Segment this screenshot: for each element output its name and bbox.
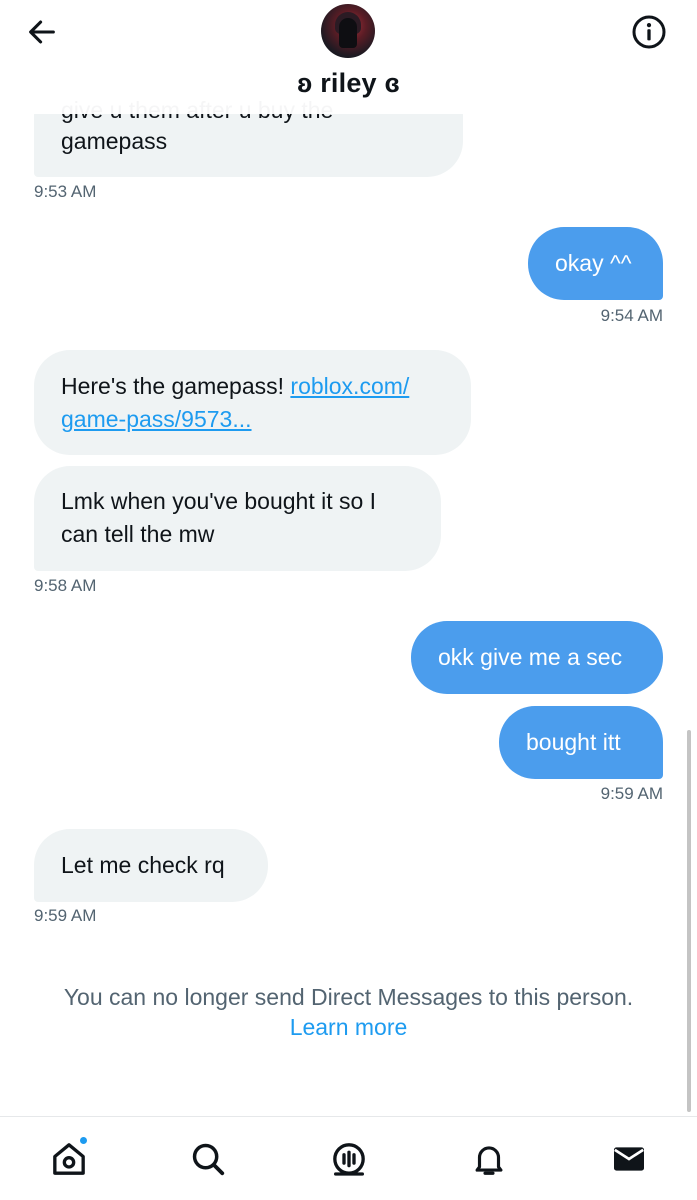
conversation-title[interactable]: ʚ riley ɞ [0,68,697,99]
bell-icon [475,1146,503,1175]
nav-notifications[interactable] [467,1137,511,1181]
info-icon [632,15,666,49]
notice-text: You can no longer send Direct Messages t… [63,984,634,1010]
nav-search[interactable] [186,1137,230,1181]
message-bubble-outgoing[interactable]: bought itt [499,706,663,779]
spaces-icon [333,1143,365,1176]
message-text: can tell the mw [61,521,215,547]
message-timestamp: 9:59 AM [600,784,663,803]
message-text: okk give me a sec [438,644,623,670]
avatar[interactable] [321,4,375,58]
nav-messages[interactable] [607,1137,651,1181]
search-icon [192,1143,225,1176]
message-text: Lmk when you've bought it so I [61,488,377,514]
message-text-line: game-pass/9573... [61,403,444,436]
message-link[interactable]: game-pass/9573... [61,406,252,432]
conversation-header: ʚ riley ɞ [0,0,697,114]
message-bubble-incoming[interactable]: Here's the gamepass! roblox.com/ game-pa… [34,350,471,455]
message-timestamp: 9:54 AM [600,306,663,325]
message-timestamp: 9:59 AM [34,906,97,925]
message-bubble-incoming[interactable]: Lmk when you've bought it so I can tell … [34,466,441,571]
message-text: gamepass [61,128,168,154]
dm-disabled-notice: You can no longer send Direct Messages t… [0,982,697,1042]
bottom-nav [0,1116,697,1200]
message-text: bought itt [526,729,621,755]
message-text: okay ^^ [555,250,632,276]
message-link[interactable]: roblox.com/ [290,373,409,399]
info-button[interactable] [627,12,671,52]
message-timestamp: 9:53 AM [34,182,97,201]
nav-home[interactable] [47,1135,91,1181]
notification-dot [78,1135,89,1146]
message-bubble-outgoing[interactable]: okay ^^ [528,227,663,300]
scrollbar[interactable] [687,730,691,1112]
avatar-figure [339,18,357,48]
message-timestamp: 9:58 AM [34,576,97,595]
message-bubble-incoming[interactable]: Let me check rq [34,829,268,902]
nav-spaces[interactable] [327,1137,371,1181]
message-text-line: Here's the gamepass! roblox.com/ [61,370,444,403]
message-text: Here's the gamepass! [61,373,285,399]
message-bubble-outgoing[interactable]: okk give me a sec [411,621,663,694]
back-arrow-icon [29,20,55,44]
envelope-icon [614,1147,644,1171]
back-button[interactable] [20,12,64,52]
learn-more-link[interactable]: Learn more [0,1012,697,1042]
message-text: Let me check rq [61,852,225,878]
